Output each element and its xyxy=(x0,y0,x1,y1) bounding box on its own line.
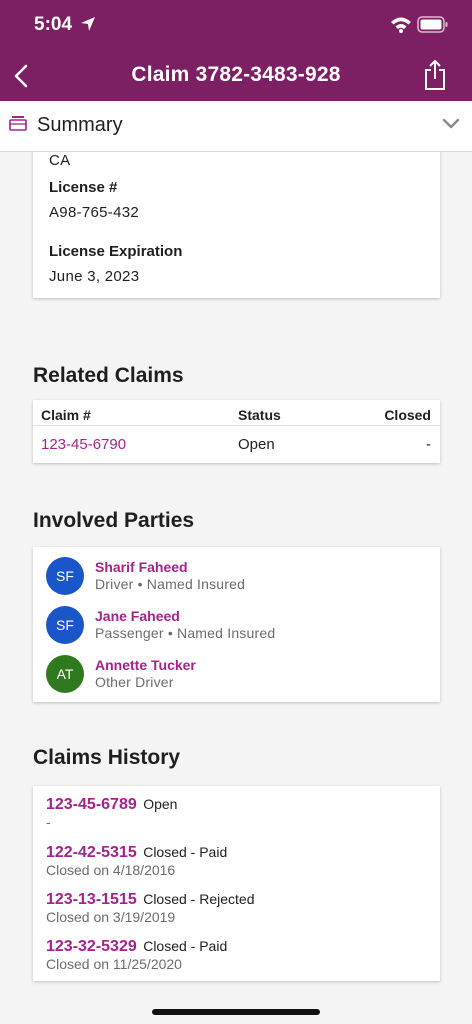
summary-label: Summary xyxy=(37,114,123,136)
license-label: License # xyxy=(49,179,118,196)
claims-history-card: 123-45-6789 Open - 122-42-5315 Closed - … xyxy=(33,786,440,981)
license-expiration-value: June 3, 2023 xyxy=(49,268,140,285)
top-navigation-bar: 5:04 Claim 3782-3483-928 xyxy=(0,0,472,101)
party-name[interactable]: Jane Faheed xyxy=(95,608,180,624)
history-closed-date: Closed on 3/19/2019 xyxy=(46,909,176,925)
avatar: SF xyxy=(46,606,84,644)
battery-icon xyxy=(417,16,448,33)
state-value: CA xyxy=(49,152,71,169)
party-role: Driver • Named Insured xyxy=(95,576,246,592)
related-claim-status: Open xyxy=(238,436,275,453)
related-claims-table: Claim # Status Closed 123-45-6790 Open - xyxy=(33,400,440,463)
history-closed-date: - xyxy=(46,814,51,830)
license-value: A98-765-432 xyxy=(49,204,140,221)
chevron-down-icon[interactable] xyxy=(442,118,460,130)
page-title: Claim 3782-3483-928 xyxy=(131,63,341,86)
column-header-claim: Claim # xyxy=(41,407,91,423)
table-divider xyxy=(33,425,440,426)
history-claim-link[interactable]: 123-13-1515 xyxy=(46,891,137,908)
scroll-content[interactable]: CA License # A98-765-432 License Expirat… xyxy=(0,152,472,1024)
history-claim-link[interactable]: 123-45-6789 xyxy=(46,796,137,813)
related-claim-link[interactable]: 123-45-6790 xyxy=(41,436,126,453)
party-role: Other Driver xyxy=(95,674,174,690)
history-claim-link[interactable]: 123-32-5329 xyxy=(46,938,137,955)
column-header-status: Status xyxy=(238,407,281,423)
history-closed-date: Closed on 11/25/2020 xyxy=(46,956,182,972)
history-item: 123-32-5329 Closed - Paid xyxy=(46,938,227,956)
summary-stack-icon xyxy=(9,116,27,131)
history-item: 123-45-6789 Open xyxy=(46,796,177,814)
party-name[interactable]: Sharif Faheed xyxy=(95,559,188,575)
party-name[interactable]: Annette Tucker xyxy=(95,657,196,673)
claims-history-title: Claims History xyxy=(33,746,181,769)
history-item: 123-13-1515 Closed - Rejected xyxy=(46,891,254,909)
avatar: AT xyxy=(46,655,84,693)
related-claims-title: Related Claims xyxy=(33,364,184,387)
involved-parties-title: Involved Parties xyxy=(33,509,195,532)
column-header-closed: Closed xyxy=(384,407,431,423)
driver-info-card: CA License # A98-765-432 License Expirat… xyxy=(33,152,440,298)
history-item: 122-42-5315 Closed - Paid xyxy=(46,844,227,862)
home-indicator[interactable] xyxy=(152,1009,320,1015)
license-expiration-label: License Expiration xyxy=(49,243,183,260)
history-status: Open xyxy=(143,796,178,812)
related-claim-closed: - xyxy=(426,436,431,453)
status-time: 5:04 xyxy=(34,14,73,35)
share-icon[interactable] xyxy=(422,59,448,91)
history-closed-date: Closed on 4/18/2016 xyxy=(46,862,176,878)
history-claim-link[interactable]: 122-42-5315 xyxy=(46,844,137,861)
location-arrow-icon xyxy=(81,17,95,31)
avatar: SF xyxy=(46,557,84,595)
history-status: Closed - Rejected xyxy=(143,891,255,907)
party-role: Passenger • Named Insured xyxy=(95,625,276,641)
wifi-icon xyxy=(391,17,411,33)
history-status: Closed - Paid xyxy=(143,938,228,954)
involved-parties-card: SF Sharif Faheed Driver • Named Insured … xyxy=(33,547,440,702)
history-status: Closed - Paid xyxy=(143,844,228,860)
